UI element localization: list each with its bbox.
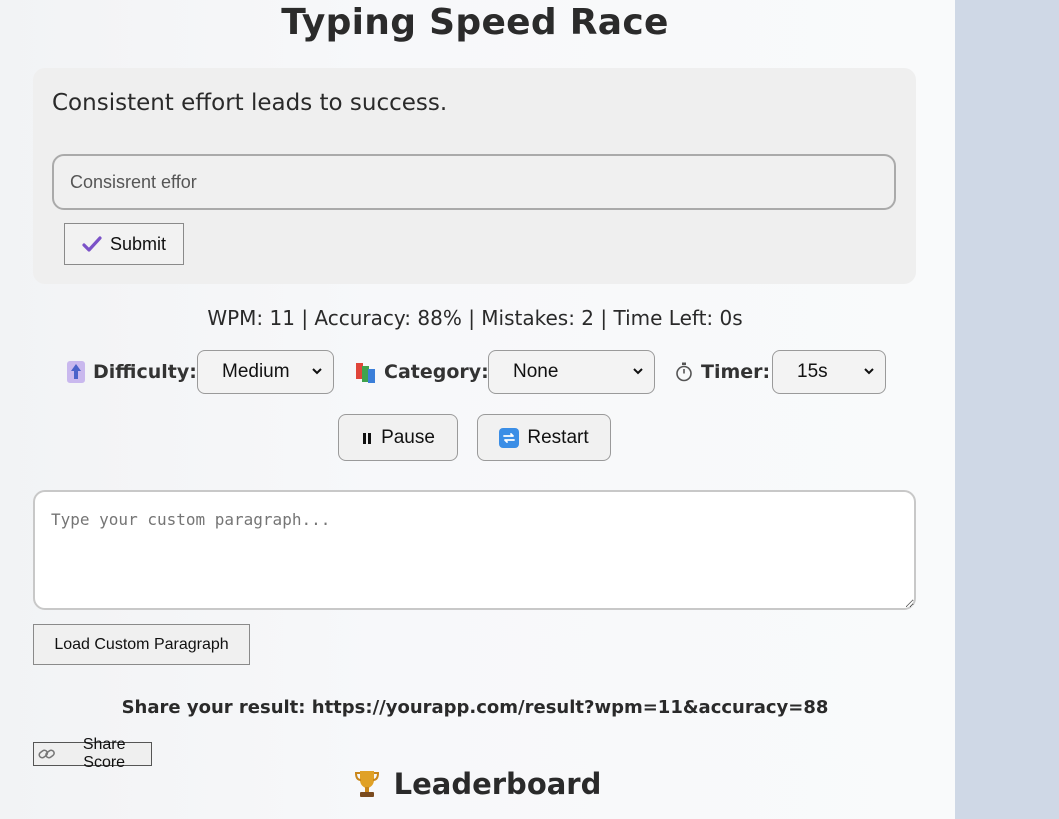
stats-line: WPM: 11 | Accuracy: 88% | Mistakes: 2 | … (207, 306, 743, 330)
target-sentence: Consistent effort leads to success. (52, 90, 448, 116)
difficulty-select[interactable]: Medium (197, 350, 334, 394)
timer-label: Timer: (701, 361, 771, 383)
check-icon (82, 236, 102, 252)
page-title: Typing Speed Race (281, 2, 669, 43)
restart-label: Restart (527, 426, 589, 448)
typing-card: Consistent effort leads to success. Subm… (33, 68, 916, 284)
books-icon (356, 363, 375, 383)
up-arrow-icon (67, 361, 85, 383)
load-custom-paragraph-button[interactable]: Load Custom Paragraph (33, 624, 250, 665)
timer-select[interactable]: 15s (772, 350, 886, 394)
restart-button[interactable]: Restart (477, 414, 611, 461)
chevron-down-icon (864, 368, 874, 375)
timer-value: 15s (797, 361, 828, 382)
category-label: Category: (384, 361, 489, 383)
stopwatch-icon (676, 362, 692, 382)
app-page: Typing Speed Race Consistent effort lead… (0, 0, 955, 819)
chevron-down-icon (312, 368, 322, 375)
settings-row: Difficulty: Medium Category: None Timer:… (0, 350, 955, 394)
category-select[interactable]: None (488, 350, 655, 394)
pause-button[interactable]: Pause (338, 414, 458, 461)
difficulty-label-group: Difficulty: (67, 361, 197, 383)
timer-label-group: Timer: (675, 361, 770, 383)
side-panel (955, 0, 1059, 819)
custom-paragraph-input[interactable] (33, 490, 916, 610)
leaderboard-heading: Leaderboard (0, 767, 955, 801)
share-score-button[interactable]: Share Score (33, 736, 152, 771)
difficulty-label: Difficulty: (93, 361, 197, 383)
category-value: None (513, 361, 559, 382)
restart-icon (499, 427, 520, 448)
difficulty-value: Medium (222, 361, 290, 382)
leaderboard-title: Leaderboard (393, 767, 602, 801)
submit-label: Submit (109, 233, 167, 254)
pause-icon (363, 432, 372, 444)
submit-button[interactable]: Submit (64, 223, 184, 265)
chevron-down-icon (633, 368, 643, 375)
typing-input[interactable] (52, 154, 896, 210)
category-label-group: Category: (356, 361, 489, 383)
link-icon (38, 749, 55, 759)
trophy-icon (354, 771, 379, 797)
pause-label: Pause (381, 426, 435, 448)
share-result-text: Share your result: https://yourapp.com/r… (121, 697, 829, 718)
